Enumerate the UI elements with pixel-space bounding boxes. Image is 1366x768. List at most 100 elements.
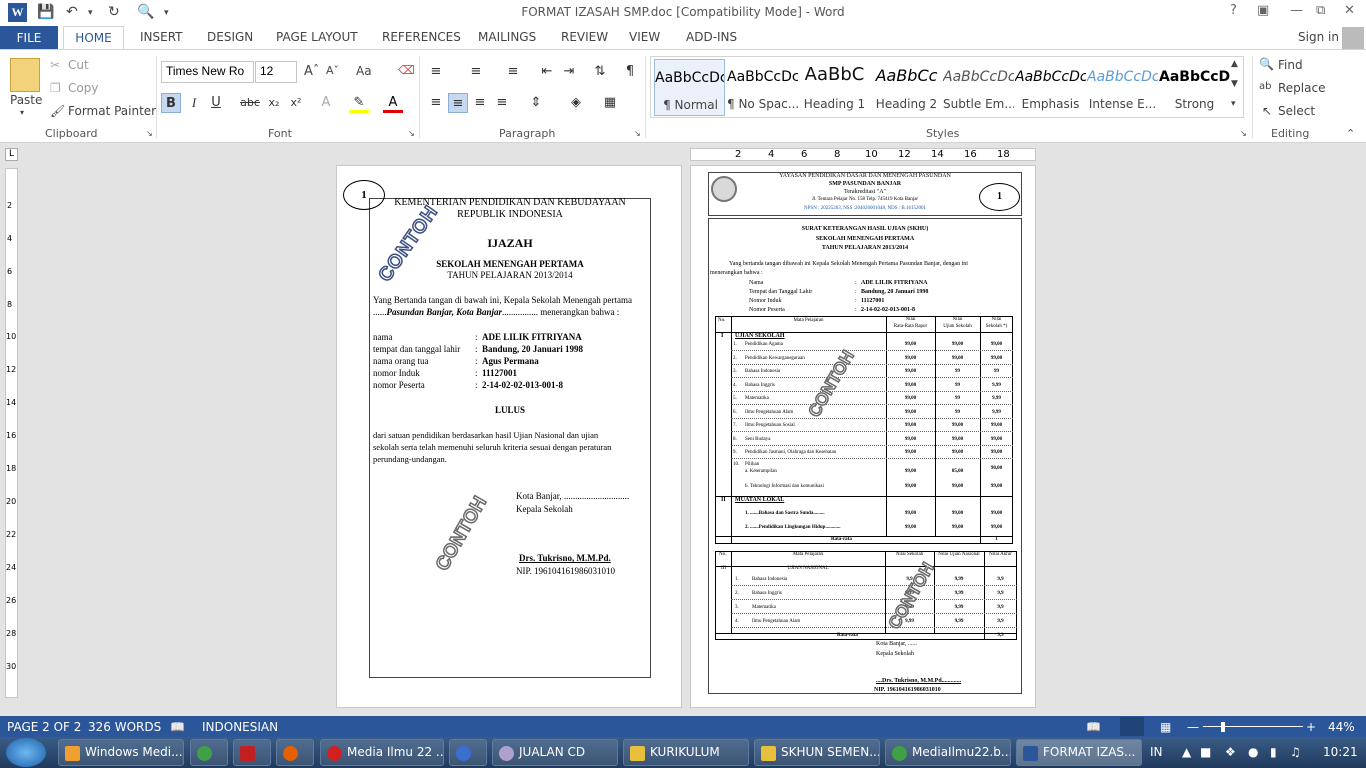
tab-page-layout[interactable]: PAGE LAYOUT bbox=[276, 30, 358, 44]
italic-button[interactable]: I bbox=[184, 93, 204, 113]
zoom-in-icon[interactable]: + bbox=[1306, 720, 1316, 734]
language-indicator[interactable]: INDONESIAN bbox=[202, 720, 278, 734]
taskbar-item[interactable] bbox=[449, 739, 487, 766]
taskbar-item-word[interactable]: FORMAT IZAS... bbox=[1016, 739, 1142, 766]
justify-icon[interactable]: ≡ bbox=[492, 93, 512, 113]
close-button[interactable]: ✕ bbox=[1344, 3, 1355, 18]
input-language[interactable]: IN bbox=[1150, 745, 1163, 759]
minimize-button[interactable]: — bbox=[1290, 3, 1303, 18]
tab-file[interactable]: FILE bbox=[0, 26, 58, 50]
tab-mailings[interactable]: MAILINGS bbox=[478, 30, 536, 44]
style-subtle-emphasis[interactable]: AaBbCcDc Subtle Em... bbox=[943, 59, 1014, 116]
bold-button[interactable]: B bbox=[161, 93, 181, 113]
taskbar-item-firefox[interactable] bbox=[276, 739, 314, 766]
collapse-ribbon-icon[interactable]: ⌃ bbox=[1346, 127, 1355, 140]
page-count[interactable]: PAGE 2 OF 2 bbox=[7, 720, 81, 734]
strikethrough-button[interactable]: abc bbox=[240, 93, 260, 113]
tab-view[interactable]: VIEW bbox=[629, 30, 660, 44]
taskbar-item[interactable]: JUALAN CD bbox=[492, 739, 618, 766]
numbering-icon[interactable]: ≡ bbox=[466, 62, 486, 82]
document-page-skhu[interactable]: YAYASAN PENDIDIKAN DASAR DAN MENENGAH PA… bbox=[690, 165, 1036, 708]
tab-review[interactable]: REVIEW bbox=[561, 30, 608, 44]
highlight-icon[interactable]: ✎ bbox=[349, 93, 369, 113]
style-heading-2[interactable]: AaBbCc Heading 2 bbox=[871, 59, 942, 116]
superscript-button[interactable]: x² bbox=[286, 93, 306, 113]
style-normal[interactable]: AaBbCcDc ¶ Normal bbox=[654, 59, 725, 116]
vertical-ruler[interactable]: 2 4 6 8 10 12 14 16 18 20 22 24 26 28 30 bbox=[5, 168, 18, 698]
clock[interactable]: 10:21 bbox=[1323, 745, 1358, 759]
word-count[interactable]: 326 WORDS bbox=[88, 720, 161, 734]
zoom-level[interactable]: 44% bbox=[1328, 720, 1355, 734]
paste-button[interactable]: Paste bbox=[10, 93, 42, 107]
tab-home[interactable]: HOME bbox=[63, 26, 124, 51]
clipboard-launcher-icon[interactable]: ↘ bbox=[146, 129, 153, 138]
tab-selector-icon[interactable]: L bbox=[5, 148, 18, 161]
align-left-icon[interactable]: ≡ bbox=[426, 93, 446, 113]
style-heading-1[interactable]: AaBbC Heading 1 bbox=[799, 59, 870, 116]
underline-button[interactable]: U bbox=[206, 93, 226, 113]
start-button[interactable] bbox=[6, 738, 46, 767]
tab-insert[interactable]: INSERT bbox=[140, 30, 183, 44]
paragraph-launcher-icon[interactable]: ↘ bbox=[634, 129, 641, 138]
style-strong[interactable]: AaBbCcDc Strong bbox=[1159, 59, 1230, 116]
taskbar-item-chrome[interactable] bbox=[190, 739, 228, 766]
align-center-icon[interactable]: ≡ bbox=[448, 93, 468, 113]
multilevel-list-icon[interactable]: ≡ bbox=[503, 62, 523, 82]
font-color-icon[interactable]: A bbox=[383, 93, 403, 113]
volume-icon[interactable]: ♫ bbox=[1290, 745, 1301, 759]
tab-references[interactable]: REFERENCES bbox=[382, 30, 461, 44]
style-emphasis[interactable]: AaBbCcDc Emphasis bbox=[1015, 59, 1086, 116]
increase-indent-icon[interactable]: ⇥ bbox=[559, 62, 579, 82]
user-avatar-icon[interactable] bbox=[1342, 27, 1364, 49]
tray-app-icon[interactable]: ● bbox=[1248, 745, 1258, 759]
network-icon[interactable]: ▮ bbox=[1270, 745, 1277, 759]
show-marks-icon[interactable]: ¶ bbox=[620, 62, 640, 82]
taskbar-item[interactable]: Windows Medi... bbox=[58, 739, 184, 766]
taskbar-item-pdf[interactable] bbox=[233, 739, 271, 766]
gallery-down-icon[interactable]: ▼ bbox=[1231, 79, 1238, 89]
read-mode-icon[interactable]: 📖 bbox=[1086, 720, 1101, 734]
borders-icon[interactable]: ▦ bbox=[600, 93, 620, 113]
zoom-slider-thumb[interactable] bbox=[1221, 722, 1225, 732]
paste-icon[interactable] bbox=[10, 58, 40, 92]
bullets-icon[interactable]: ≡ bbox=[426, 62, 446, 82]
zoom-slider[interactable] bbox=[1203, 726, 1303, 727]
replace-button[interactable]: Replace bbox=[1278, 81, 1325, 95]
web-layout-icon[interactable]: ▦ bbox=[1160, 720, 1171, 734]
gallery-more-icon[interactable]: ▾ bbox=[1231, 99, 1236, 109]
gallery-up-icon[interactable]: ▲ bbox=[1231, 59, 1238, 69]
copy-button[interactable]: Copy bbox=[68, 81, 98, 95]
decrease-indent-icon[interactable]: ⇤ bbox=[537, 62, 557, 82]
ribbon-display-icon[interactable]: ▣ bbox=[1257, 3, 1269, 18]
sort-icon[interactable]: ⇅ bbox=[590, 62, 610, 82]
tray-expand-icon[interactable]: ▲ bbox=[1182, 745, 1191, 759]
taskbar-item[interactable]: SKHUN SEMEN... bbox=[754, 739, 880, 766]
taskbar-item[interactable]: Media Ilmu 22 ... bbox=[320, 739, 444, 766]
subscript-button[interactable]: x₂ bbox=[264, 93, 284, 113]
shrink-font-icon[interactable]: Aˇ bbox=[326, 64, 339, 77]
document-page-ijazah[interactable]: 1 KEMENTERIAN PENDIDIKAN DAN KEBUDAYAAN … bbox=[336, 165, 682, 708]
styles-launcher-icon[interactable]: ↘ bbox=[1240, 129, 1247, 138]
zoom-out-icon[interactable]: — bbox=[1187, 720, 1199, 734]
horizontal-ruler[interactable]: 2 4 6 8 10 12 14 16 18 bbox=[690, 148, 1036, 161]
restore-button[interactable]: ⧉ bbox=[1316, 3, 1325, 18]
change-case-button[interactable]: Aa bbox=[356, 64, 372, 78]
clear-formatting-icon[interactable]: ⌫ bbox=[398, 63, 415, 77]
tab-add-ins[interactable]: ADD-INS bbox=[686, 30, 737, 44]
dropbox-icon[interactable]: ❖ bbox=[1225, 745, 1236, 759]
paste-dropdown-icon[interactable]: ▾ bbox=[20, 108, 24, 117]
line-spacing-icon[interactable]: ⇕ bbox=[526, 93, 546, 113]
style-no-spacing[interactable]: AaBbCcDc ¶ No Spac... bbox=[727, 59, 798, 116]
font-name-box[interactable]: Times New Ro bbox=[161, 61, 254, 83]
grow-font-icon[interactable]: Aˆ bbox=[304, 64, 319, 79]
select-button[interactable]: Select bbox=[1278, 104, 1315, 118]
font-size-box[interactable]: 12 bbox=[255, 61, 297, 83]
help-button[interactable]: ? bbox=[1230, 3, 1237, 18]
proofing-icon[interactable]: 📖 bbox=[170, 720, 185, 734]
taskbar-item[interactable]: KURIKULUM bbox=[623, 739, 749, 766]
tab-design[interactable]: DESIGN bbox=[207, 30, 253, 44]
print-layout-icon[interactable] bbox=[1120, 717, 1144, 736]
format-painter-button[interactable]: Format Painter bbox=[68, 104, 156, 118]
text-effects-icon[interactable]: A bbox=[316, 93, 336, 113]
shading-icon[interactable]: ◈ bbox=[566, 93, 586, 113]
